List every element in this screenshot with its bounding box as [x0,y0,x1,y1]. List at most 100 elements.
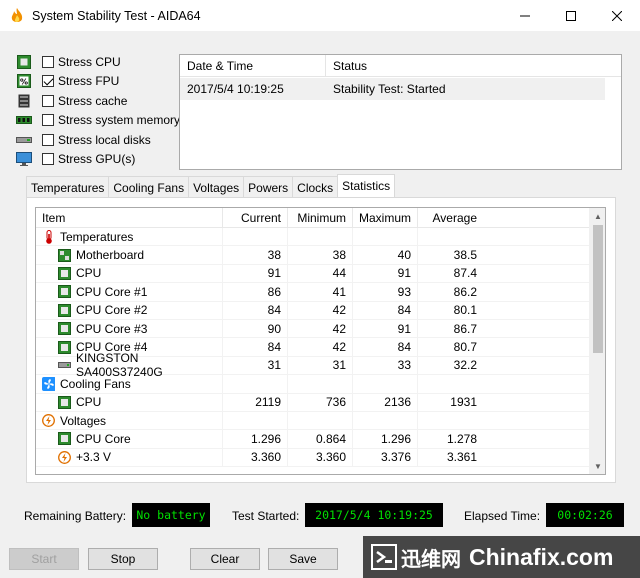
stats-maximum-cell: 93 [352,283,417,301]
stats-minimum-cell: 42 [287,319,352,338]
stress-cpu-checkbox[interactable] [42,55,54,68]
stats-item-row[interactable]: CPU 91 44 91 87.4 [36,264,605,284]
header-minimum[interactable]: Minimum [287,208,352,227]
stats-average-cell: 3.361 [417,448,483,467]
cpu-chip-icon [58,285,71,299]
minimize-button[interactable] [502,0,548,31]
stats-item-cell: Motherboard [36,248,222,262]
maximize-button[interactable] [548,0,594,31]
stats-group-row[interactable]: Temperatures [36,228,605,247]
scroll-up-arrow-icon[interactable]: ▲ [590,208,605,224]
stats-item-row[interactable]: +3.3 V 3.360 3.360 3.376 3.361 [36,448,605,468]
stats-item-row[interactable]: CPU Core #2 84 42 84 80.1 [36,301,605,320]
stress-option-gpu[interactable]: Stress GPU(s) [16,150,180,170]
stats-average-cell: 38.5 [417,246,483,264]
stats-item-label: CPU Core #2 [76,303,148,318]
stats-item-cell: CPU Core [36,432,222,446]
stats-minimum-cell: 0.864 [287,430,352,448]
stress-option-memory[interactable]: Stress system memory [16,111,180,131]
stats-item-row[interactable]: CPU Core 1.296 0.864 1.296 1.278 [36,430,605,449]
stats-item-cell: Cooling Fans [36,377,222,391]
battery-value: No battery [132,503,210,527]
elapsed-time-value: 00:02:26 [546,503,624,527]
header-average[interactable]: Average [417,208,483,227]
status-log-row[interactable]: 2017/5/4 10:19:25 Stability Test: Starte… [180,78,605,100]
svg-text:%: % [20,78,28,87]
status-log[interactable]: Date & Time Status 2017/5/4 10:19:25 Sta… [179,54,622,170]
elapsed-time-label: Elapsed Time: [464,509,541,523]
stress-gpu-checkbox[interactable] [42,153,54,166]
stats-item-row[interactable]: Motherboard 38 38 40 38.5 [36,246,605,265]
tab-voltages[interactable]: Voltages [188,176,245,198]
stress-option-fpu[interactable]: % Stress FPU [16,72,180,92]
stress-cache-checkbox[interactable] [42,94,54,107]
stats-maximum-cell: 33 [352,356,417,375]
motherboard-icon [58,248,71,262]
close-icon [612,10,622,21]
stress-disks-label: Stress local disks [58,132,151,147]
statistics-panel: Item Current Minimum Maximum Average Tem… [26,197,616,483]
stats-item-cell: CPU Core #3 [36,322,222,336]
disk-drive-icon [58,359,71,372]
stats-current-cell: 3.360 [222,448,287,467]
stress-disks-checkbox[interactable] [42,133,54,146]
stress-option-disks[interactable]: Stress local disks [16,130,180,150]
clear-button[interactable]: Clear [190,548,260,570]
stats-minimum-cell: 44 [287,264,352,283]
stats-maximum-cell: 84 [352,338,417,356]
stats-maximum-cell: 3.376 [352,448,417,467]
stats-item-cell: Temperatures [36,229,222,244]
stress-memory-label: Stress system memory [58,113,181,128]
cpu-chip-icon [58,266,71,280]
tab-clocks[interactable]: Clocks [292,176,339,198]
stats-item-label: Temperatures [60,229,134,244]
stats-item-label: Motherboard [76,248,145,263]
stats-group-row[interactable]: Voltages [36,411,605,431]
stress-memory-checkbox[interactable] [42,114,54,127]
stats-item-cell: CPU [36,266,222,280]
stats-maximum-cell: 91 [352,319,417,338]
stats-current-cell: 84 [222,338,287,356]
stress-option-cache[interactable]: Stress cache [16,91,180,111]
stats-average-cell: 87.4 [417,264,483,283]
tab-temperatures[interactable]: Temperatures [26,176,110,198]
header-item[interactable]: Item [36,211,222,225]
tab-powers[interactable]: Powers [243,176,294,198]
stats-group-row[interactable]: Cooling Fans [36,375,605,394]
stats-item-row[interactable]: CPU Core #3 90 42 91 86.7 [36,319,605,339]
stats-item-row[interactable]: CPU Core #1 86 41 93 86.2 [36,283,605,302]
scroll-thumb[interactable] [593,225,603,353]
save-button[interactable]: Save [268,548,338,570]
header-maximum[interactable]: Maximum [352,208,417,227]
stats-item-cell: CPU [36,395,222,409]
tab-statistics[interactable]: Statistics [337,174,396,197]
stats-item-cell: Voltages [36,414,222,428]
close-button[interactable] [594,0,640,31]
stats-minimum-cell [287,411,352,430]
stats-item-label: CPU Core [76,431,131,446]
start-button[interactable]: Start [9,548,79,570]
chinafix-logo-icon [371,544,397,570]
stats-maximum-cell [352,228,417,246]
statistics-header: Item Current Minimum Maximum Average [36,208,605,228]
statistics-table[interactable]: Item Current Minimum Maximum Average Tem… [35,207,606,475]
stats-average-cell: 80.7 [417,338,483,356]
scroll-down-arrow-icon[interactable]: ▼ [590,458,605,474]
statistics-body: Temperatures Motherboard 38 38 40 38.5 CPU 91 44… [36,228,605,468]
stop-button[interactable]: Stop [88,548,158,570]
stress-fpu-checkbox[interactable] [42,75,54,88]
stress-fpu-label: Stress FPU [58,74,120,89]
status-header-datetime[interactable]: Date & Time [180,55,326,76]
test-started-label: Test Started: [232,509,300,523]
stats-current-cell: 91 [222,264,287,283]
tab-bar: Temperatures Cooling Fans Voltages Power… [26,174,396,198]
vertical-scrollbar[interactable]: ▲ ▼ [589,208,605,474]
cpu-chip-icon [16,54,32,69]
stress-option-cpu[interactable]: Stress CPU [16,52,180,72]
status-header-status[interactable]: Status [326,55,621,76]
stats-item-row[interactable]: KINGSTON SA400S37240G 31 31 33 32.2 [36,351,605,379]
stats-item-cell: +3.3 V [36,450,222,464]
tab-cooling-fans[interactable]: Cooling Fans [108,176,190,198]
stats-item-row[interactable]: CPU 2119 736 2136 1931 [36,393,605,412]
header-current[interactable]: Current [222,208,287,227]
